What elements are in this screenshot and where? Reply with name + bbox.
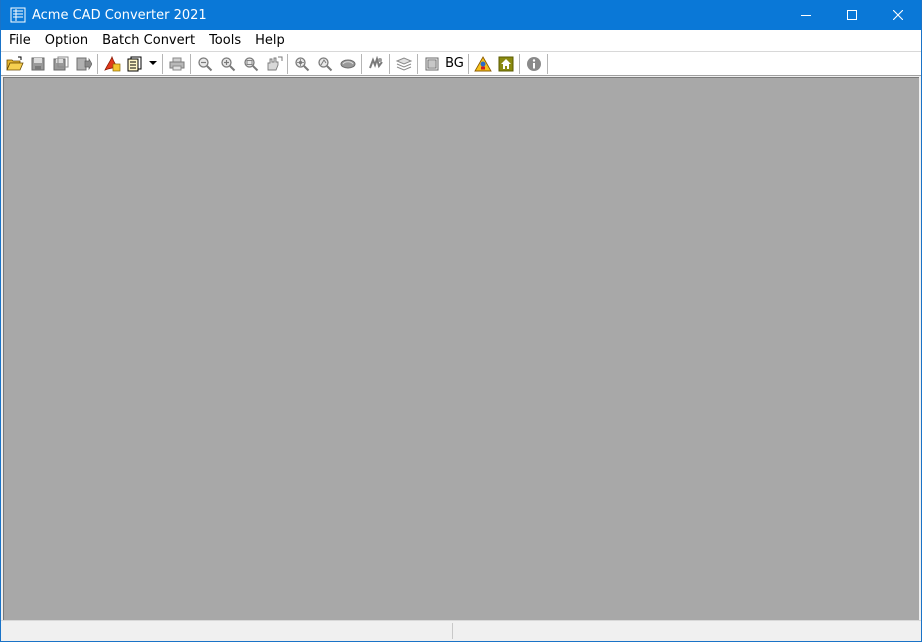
info-icon [526,56,541,71]
pdf-convert-button[interactable] [100,53,123,75]
zoom-in-button[interactable] [216,53,239,75]
zoom-out-icon [197,56,212,71]
title-bar[interactable]: Acme CAD Converter 2021 [1,0,921,30]
close-button[interactable] [875,0,921,30]
toolbar-separator [468,53,469,74]
frame-button[interactable] [420,53,443,75]
redraw-icon [368,55,383,68]
toolbar: BG [1,51,921,76]
redraw-button[interactable] [364,53,387,75]
toolbar-separator [519,53,520,74]
pan-button[interactable] [262,53,285,75]
warning-icon [473,55,492,71]
frame-icon [425,57,438,70]
menu-bar: File Option Batch Convert Tools Help [1,30,921,51]
status-bar [1,620,921,641]
save-all-icon [53,56,68,70]
minimize-button[interactable] [783,0,829,30]
caption-buttons [783,0,921,30]
status-pane-main [5,623,453,639]
save-all-button[interactable] [49,53,72,75]
toolbar-separator [190,53,191,74]
bg-label: BG [445,56,464,71]
app-window: Acme CAD Converter 2021 File Option Batc… [0,0,922,642]
home-button[interactable] [494,53,517,75]
zoom-window-icon [243,56,258,71]
print-button[interactable] [165,53,188,75]
pdf-convert-icon [103,55,120,71]
toolbar-separator [97,53,98,74]
layers-icon [395,56,412,71]
open-button[interactable] [3,53,26,75]
status-pane-secondary [455,623,915,639]
zoom-extents-icon [294,56,309,71]
zoom-extents-button[interactable] [290,53,313,75]
home-icon [498,56,513,71]
batch-pages-button[interactable] [123,53,146,75]
zoom-in-icon [220,56,235,71]
export-icon [76,57,92,70]
zoom-window-button[interactable] [239,53,262,75]
menu-batch-convert[interactable]: Batch Convert [95,30,202,51]
save-icon [31,57,44,70]
save-button[interactable] [26,53,49,75]
toolbar-separator [287,53,288,74]
toolbar-separator [417,53,418,74]
toolbar-separator [547,53,548,74]
warning-button[interactable] [471,53,494,75]
menu-help[interactable]: Help [248,30,292,51]
open-folder-icon [5,56,24,70]
app-icon[interactable] [10,7,26,23]
toolbar-separator [361,53,362,74]
view-icon [340,59,355,68]
batch-pages-icon [127,56,141,71]
about-button[interactable] [522,53,545,75]
menu-file[interactable]: File [1,30,38,51]
toolbar-separator [389,53,390,74]
zoom-realtime-button[interactable] [313,53,336,75]
dropdown-arrow-icon [149,61,157,65]
zoom-realtime-icon [317,56,332,71]
toolbar-separator [162,53,163,74]
export-button[interactable] [72,53,95,75]
background-button[interactable]: BG [443,53,466,75]
zoom-out-button[interactable] [193,53,216,75]
maximize-button[interactable] [829,0,875,30]
maximize-icon [847,10,857,20]
menu-option[interactable]: Option [38,30,95,51]
print-icon [169,57,184,70]
window-title: Acme CAD Converter 2021 [32,7,207,23]
minimize-icon [801,15,811,16]
view-button[interactable] [336,53,359,75]
pan-icon [267,56,282,70]
close-icon [893,10,903,20]
layers-button[interactable] [392,53,415,75]
drawing-canvas[interactable] [3,77,919,620]
menu-tools[interactable]: Tools [202,30,248,51]
batch-dropdown-button[interactable] [146,53,160,75]
